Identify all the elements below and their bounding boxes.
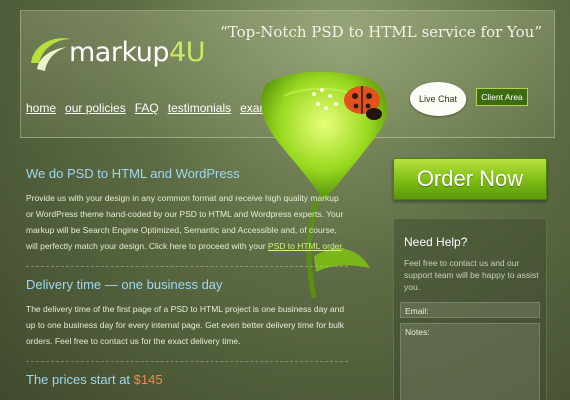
help-title: Need Help?: [404, 235, 468, 249]
live-chat-button[interactable]: Live Chat: [410, 82, 466, 116]
nav-faq[interactable]: FAQ: [135, 101, 159, 115]
notes-field[interactable]: Notes:: [400, 323, 540, 400]
help-text: Feel free to contact us and our support …: [404, 258, 539, 292]
section-heading-prices: The prices start at $145: [26, 372, 163, 387]
leaf-swoosh-icon: [31, 38, 71, 71]
divider: [26, 266, 348, 267]
price-value: $145: [133, 372, 163, 387]
nav-our-policies[interactable]: our policies: [65, 101, 126, 115]
email-field[interactable]: Email:: [400, 302, 540, 318]
live-chat-label: Live Chat: [418, 94, 458, 104]
client-area-label: Client Area: [481, 92, 523, 102]
section-text-psd-html: Provide us with your design in any commo…: [26, 193, 345, 251]
tagline: “Top-Notch PSD to HTML service for You”: [220, 23, 542, 41]
section-heading-psd-html: We do PSD to HTML and WordPress: [26, 166, 240, 181]
section-heading-delivery: Delivery time — one business day: [26, 277, 223, 292]
client-area-button[interactable]: Client Area: [476, 88, 528, 106]
logo-text: markup4U: [69, 37, 205, 68]
psd-to-html-order-link[interactable]: PSD to HTML order: [268, 241, 342, 251]
main-content: We do PSD to HTML and WordPress Provide …: [26, 166, 348, 396]
logo[interactable]: markup4U: [27, 29, 205, 79]
divider: [26, 361, 348, 362]
section-text-delivery: The delivery time of the first page of a…: [26, 304, 345, 346]
order-now-label: Order Now: [416, 166, 524, 191]
nav-testimonials[interactable]: testimonials: [168, 101, 231, 115]
nav-home[interactable]: home: [26, 101, 56, 115]
help-panel: Need Help? Feel free to contact us and o…: [393, 218, 547, 400]
notes-label: Notes:: [405, 327, 430, 337]
order-now-button[interactable]: Order Now: [393, 158, 547, 200]
email-label: Email:: [405, 306, 429, 316]
main-nav: home our policies FAQ testimonials examp…: [26, 101, 291, 115]
